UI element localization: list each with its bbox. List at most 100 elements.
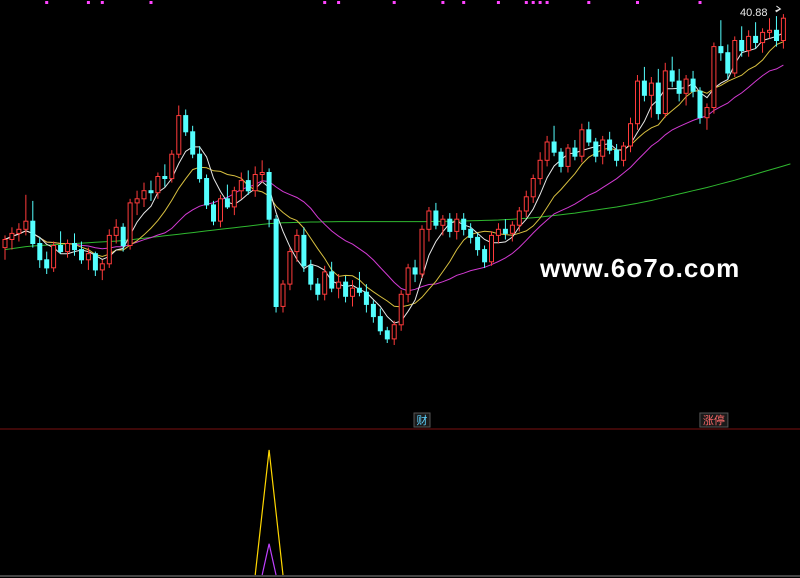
candle-body xyxy=(65,243,71,253)
candle-body xyxy=(502,228,508,234)
candle-body xyxy=(426,210,432,230)
candle-body xyxy=(9,232,15,240)
candle-body xyxy=(148,190,154,194)
candle-body xyxy=(683,78,689,94)
candle-body xyxy=(280,283,286,307)
candle-body xyxy=(489,234,494,263)
indicator-panel xyxy=(254,449,284,576)
signal-dot xyxy=(698,1,702,4)
candle-body xyxy=(579,129,585,157)
candle-body xyxy=(419,228,425,275)
candle-body xyxy=(176,115,182,155)
candle-body xyxy=(79,249,84,261)
candle-body xyxy=(336,281,342,289)
candle-body xyxy=(662,70,668,114)
candle-body xyxy=(572,147,578,157)
candle-body xyxy=(711,46,717,108)
candle-body xyxy=(384,330,390,340)
signal-dot xyxy=(545,1,549,4)
candle-body xyxy=(509,224,515,234)
candle-body xyxy=(162,176,168,179)
candle-body xyxy=(607,139,613,151)
candle-body xyxy=(774,29,779,41)
candle-body xyxy=(44,259,50,269)
candle-body xyxy=(315,283,321,295)
price-max-arrowhead xyxy=(775,5,782,12)
candle-body xyxy=(2,239,8,249)
candle-body xyxy=(141,190,147,200)
candle-body xyxy=(287,251,293,285)
candle-body xyxy=(676,80,682,94)
signal-dot xyxy=(496,1,500,4)
candlestick-panel: 财 涨停 xyxy=(2,1,791,428)
candle-body xyxy=(454,218,460,232)
candle-body xyxy=(322,271,328,295)
candle-body xyxy=(224,198,230,208)
candle-body xyxy=(308,265,314,285)
candle-body xyxy=(37,243,43,261)
candle-body xyxy=(565,147,571,167)
candle-body xyxy=(732,40,738,74)
candle-body xyxy=(746,35,752,52)
signal-dot xyxy=(323,1,327,4)
candle-body xyxy=(211,204,216,222)
candle-body xyxy=(600,139,606,157)
candle-body xyxy=(169,153,175,180)
signal-dot xyxy=(636,1,639,4)
candle-body xyxy=(475,236,481,251)
candle-body xyxy=(690,78,696,92)
candle-body xyxy=(523,196,529,212)
candle-body xyxy=(447,218,453,232)
candle-body xyxy=(204,178,210,206)
signal-dot xyxy=(587,1,591,4)
candle-body xyxy=(704,107,710,119)
candle-body xyxy=(329,271,335,289)
indicator-outer-line xyxy=(254,449,284,576)
signal-dot xyxy=(86,1,90,4)
signal-dot xyxy=(392,1,396,4)
candle-body xyxy=(127,202,133,246)
candle-body xyxy=(356,287,362,293)
candle-body xyxy=(197,153,203,180)
candle-body xyxy=(134,198,140,204)
signal-dot xyxy=(100,1,104,4)
candle-body xyxy=(58,245,64,253)
indicator-inner-line xyxy=(261,543,277,576)
candle-body xyxy=(461,218,467,230)
candle-body xyxy=(113,226,119,236)
candle-body xyxy=(628,123,633,147)
candle-body xyxy=(495,228,501,236)
signal-dot xyxy=(462,1,466,4)
candle-body xyxy=(482,249,488,263)
candle-body xyxy=(558,151,564,167)
candle-body xyxy=(72,243,77,251)
candle-body xyxy=(23,220,29,230)
price-max-label: 40.88 xyxy=(740,7,768,19)
candle-body xyxy=(718,46,724,54)
candle-body xyxy=(85,253,91,261)
candle-body xyxy=(551,141,557,153)
candle-body xyxy=(51,245,57,269)
candle-body xyxy=(530,178,536,198)
candle-body xyxy=(92,253,98,271)
candle-body xyxy=(739,40,745,52)
candle-body xyxy=(259,172,265,175)
candle-body xyxy=(350,287,355,297)
candle-body xyxy=(370,303,376,318)
candle-body xyxy=(294,234,300,253)
candle-body xyxy=(377,316,383,332)
candle-body xyxy=(231,190,237,208)
watermark: www.6o7o.com xyxy=(539,253,740,283)
candle-body xyxy=(363,291,369,305)
candle-body xyxy=(669,70,675,82)
signal-dot xyxy=(538,1,542,4)
signal-dot xyxy=(149,1,153,4)
candle-body xyxy=(398,293,404,326)
stock-chart: 财 涨停 40.88 www.6o7o.com xyxy=(0,1,800,577)
candle-body xyxy=(155,176,161,194)
candle-body xyxy=(120,226,126,247)
candle-body xyxy=(725,52,731,74)
candle-body xyxy=(767,29,772,33)
candle-body xyxy=(183,115,189,133)
candle-body xyxy=(440,218,446,226)
